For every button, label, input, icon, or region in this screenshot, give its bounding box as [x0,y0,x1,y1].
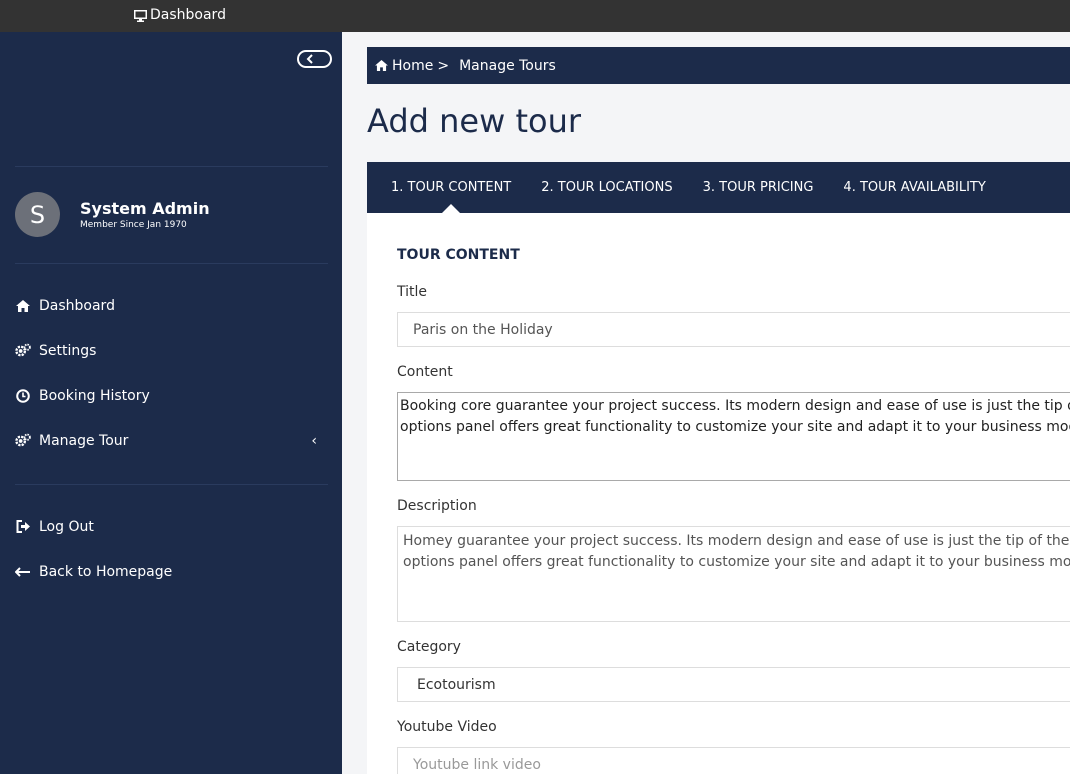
sidebar-item-booking-history[interactable]: Booking History [15,373,325,418]
home-icon [15,298,31,314]
desktop-icon [134,9,147,22]
clock-icon [15,388,31,404]
tab-tour-pricing[interactable]: 3. TOUR PRICING [703,162,814,213]
sidebar-item-settings[interactable]: Settings [15,328,325,373]
sidebar-item-label: Dashboard [39,297,115,314]
content-line: Booking core guarantee your project succ… [400,398,1070,414]
sidebar-item-logout[interactable]: Log Out [15,504,325,549]
breadcrumb-home-link[interactable]: Home [375,58,433,74]
sidebar-divider [15,263,328,264]
youtube-video-input[interactable]: Youtube link video [397,747,1070,774]
sidebar-item-label: Manage Tour [39,432,129,449]
sidebar: S System Admin Member Since Jan 1970 Das… [0,32,342,774]
sidebar-item-label: Log Out [39,518,94,535]
tab-tour-content[interactable]: 1. TOUR CONTENT [391,162,511,213]
breadcrumb-home-label: Home [392,57,434,74]
avatar: S [15,192,60,237]
description-line: Homey guarantee your project success. It… [403,533,1070,549]
breadcrumb-separator: > [437,57,450,74]
sidebar-nav: Dashboard Settings Booking History Manag… [15,283,325,463]
user-profile: S System Admin Member Since Jan 1970 [15,192,210,237]
user-name: System Admin [80,199,210,218]
description-line: options panel offers great functionality… [403,554,1070,570]
sidebar-item-back-to-homepage[interactable]: Back to Homepage [15,549,325,594]
description-label: Description [397,498,477,514]
content-label: Content [397,364,453,380]
title-input[interactable]: Paris on the Holiday [397,312,1070,347]
section-title: TOUR CONTENT [397,247,520,263]
gears-icon [15,433,31,449]
category-label: Category [397,639,461,655]
sidebar-divider [15,166,328,167]
topbar-dashboard-label: Dashboard [150,7,226,23]
description-textarea[interactable]: Homey guarantee your project success. It… [397,526,1070,622]
breadcrumb-current: Manage Tours [459,57,556,74]
gears-icon [15,343,31,359]
sidebar-item-label: Booking History [39,387,150,404]
member-since: Member Since Jan 1970 [80,220,187,230]
arrow-left-icon [15,564,31,580]
breadcrumb: Home > Manage Tours [367,47,1070,84]
chevron-left-icon [306,54,313,64]
content-textarea[interactable]: Booking core guarantee your project succ… [397,392,1070,481]
tour-tabs: 1. TOUR CONTENT 2. TOUR LOCATIONS 3. TOU… [367,162,1070,213]
top-bar: Dashboard [0,0,1070,32]
sign-out-icon [15,519,31,535]
page-title: Add new tour [367,102,581,140]
tab-tour-availability[interactable]: 4. TOUR AVAILABILITY [843,162,985,213]
sidebar-item-label: Back to Homepage [39,563,173,580]
title-label: Title [397,284,428,300]
tab-tour-locations[interactable]: 2. TOUR LOCATIONS [541,162,672,213]
sidebar-item-dashboard[interactable]: Dashboard [15,283,325,328]
sidebar-divider [15,484,328,485]
content-line: options panel offers great functionality… [400,419,1070,435]
tour-content-panel: TOUR CONTENT Title Paris on the Holiday … [367,213,1070,774]
chevron-left-icon[interactable]: ‹ [311,433,317,449]
youtube-label: Youtube Video [397,719,497,735]
topbar-dashboard-link[interactable]: Dashboard [134,7,226,23]
sidebar-item-manage-tour[interactable]: Manage Tour ‹ [15,418,325,463]
home-icon [375,60,388,71]
sidebar-toggle-button[interactable] [297,50,332,68]
category-select[interactable]: Ecotourism [397,667,1070,702]
sidebar-item-label: Settings [39,342,97,359]
sidebar-footer-nav: Log Out Back to Homepage [15,504,325,594]
